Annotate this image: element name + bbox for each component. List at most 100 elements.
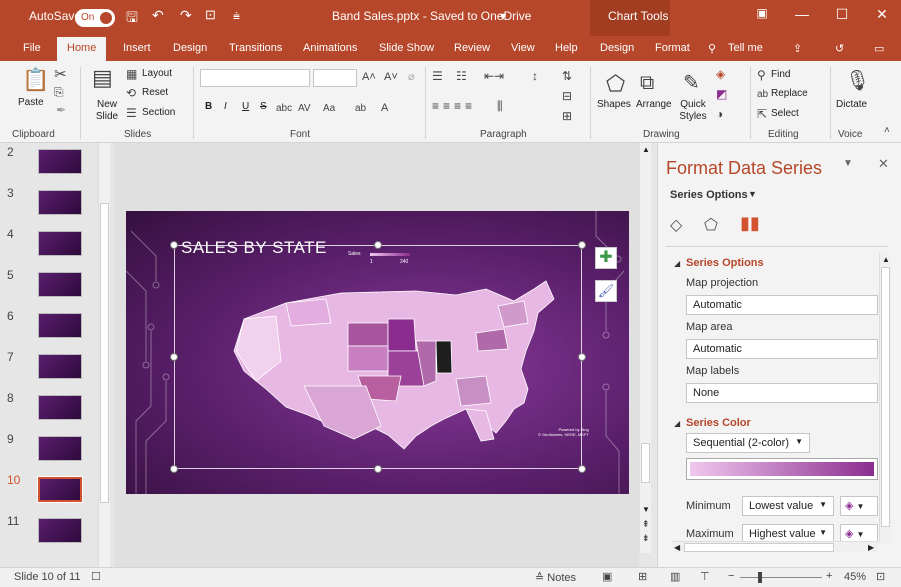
font-color-icon[interactable]: A: [381, 101, 388, 116]
shape-effects-icon[interactable]: ◑: [716, 107, 723, 122]
slideshow-icon[interactable]: ⊤: [700, 570, 710, 583]
arrange-button[interactable]: Arrange: [636, 99, 672, 110]
undo-icon[interactable]: ↶: [152, 7, 164, 24]
section-icon[interactable]: ☰: [126, 106, 137, 121]
layout-icon[interactable]: ▦: [126, 67, 137, 82]
grow-font-icon[interactable]: A˄: [362, 70, 376, 85]
tab-file[interactable]: File: [23, 42, 41, 54]
save-icon[interactable]: 🖫: [126, 7, 138, 31]
microphone-icon[interactable]: 🎙: [845, 71, 870, 91]
color-mode-select[interactable]: Sequential (2-color) ▼: [686, 433, 810, 453]
quick-styles-icon[interactable]: ✎: [683, 73, 700, 93]
line-spacing-icon[interactable]: ↕: [532, 69, 538, 84]
smartart-icon[interactable]: ⊞: [562, 109, 572, 124]
tab-view[interactable]: View: [511, 42, 535, 54]
ribbon-display-icon[interactable]: ▣: [752, 6, 772, 20]
slide-thumbnail[interactable]: [38, 149, 82, 174]
replace-button[interactable]: Replace: [771, 88, 808, 99]
slide-sorter-icon[interactable]: ⊞: [638, 570, 647, 583]
series-options-dropdown[interactable]: Series Options: [670, 189, 748, 201]
share-icon[interactable]: ⇪: [793, 42, 802, 55]
shape-outline-icon[interactable]: ◩: [716, 87, 727, 102]
pane-hscrollbar[interactable]: ◀ ▶: [672, 541, 878, 553]
resize-handle-tl[interactable]: [170, 241, 178, 249]
new-slide-icon[interactable]: ▤: [92, 67, 113, 89]
chart-elements-button[interactable]: ✚: [595, 247, 617, 269]
columns-icon[interactable]: ⫼: [497, 99, 503, 114]
comments-icon[interactable]: ▭: [874, 42, 884, 55]
strikethrough-icon[interactable]: abc: [276, 101, 292, 116]
zoom-slider[interactable]: [740, 577, 822, 578]
history-icon[interactable]: ↺: [835, 42, 844, 55]
present-icon[interactable]: ⊡: [205, 7, 216, 23]
new-slide-button[interactable]: New Slide: [92, 99, 122, 123]
clear-format-icon[interactable]: ⌀: [408, 70, 415, 85]
tab-transitions[interactable]: Transitions: [229, 42, 282, 54]
resize-handle-t[interactable]: [374, 241, 382, 249]
minimum-select[interactable]: Lowest value ▼: [742, 496, 834, 516]
font-size-combo[interactable]: [313, 69, 357, 87]
select-button[interactable]: Select: [771, 108, 799, 119]
resize-handle-bl[interactable]: [170, 465, 178, 473]
char-spacing-icon[interactable]: AV: [298, 101, 311, 116]
map-labels-select[interactable]: None: [686, 383, 878, 403]
map-projection-select[interactable]: Automatic: [686, 295, 878, 315]
pane-scroll-up-icon[interactable]: ▲: [882, 255, 890, 264]
numbering-icon[interactable]: ☷: [456, 69, 467, 84]
tab-help[interactable]: Help: [555, 42, 578, 54]
resize-handle-b[interactable]: [374, 465, 382, 473]
resize-handle-tr[interactable]: [578, 241, 586, 249]
cut-icon[interactable]: ✂: [54, 67, 67, 82]
slide-thumbnail[interactable]: [38, 436, 82, 461]
minimize-icon[interactable]: —: [792, 6, 812, 22]
italic-button[interactable]: I: [224, 101, 227, 112]
section-button[interactable]: Section: [142, 107, 175, 118]
change-case-icon[interactable]: Aa: [323, 101, 335, 116]
prev-slide-icon[interactable]: ⇞: [642, 519, 650, 530]
series-options-dropdown-icon[interactable]: ▼: [748, 189, 757, 199]
pane-close-icon[interactable]: ✕: [878, 156, 889, 172]
align-text-icon[interactable]: ⊟: [562, 89, 572, 104]
tab-chart-format[interactable]: Format: [655, 42, 690, 54]
indent-icons[interactable]: ⇤⇥: [484, 69, 504, 84]
autosave-toggle[interactable]: On: [75, 9, 115, 27]
customize-qat-icon[interactable]: ⩧: [233, 9, 240, 24]
slide-thumbnail[interactable]: [38, 231, 82, 256]
slide-thumbnail[interactable]: [38, 190, 82, 215]
normal-view-icon[interactable]: ▣: [602, 570, 612, 583]
tab-home[interactable]: Home: [57, 37, 107, 61]
series-options-icon[interactable]: ▮▮: [740, 213, 760, 234]
align-icons[interactable]: ≡≡≡≡: [432, 99, 476, 114]
bold-button[interactable]: B: [205, 101, 212, 112]
series-options-header[interactable]: Series Options: [686, 257, 764, 269]
tab-design[interactable]: Design: [173, 42, 207, 54]
tab-slide-show[interactable]: Slide Show: [379, 42, 434, 54]
select-icon[interactable]: ⇱: [757, 107, 767, 122]
effects-icon[interactable]: ⬠: [704, 215, 718, 235]
series-color-header[interactable]: Series Color: [686, 417, 751, 429]
shapes-icon[interactable]: ⬠: [606, 73, 625, 95]
pane-options-icon[interactable]: ▼: [843, 158, 853, 169]
zoom-out-icon[interactable]: −: [728, 570, 734, 582]
maximize-icon[interactable]: ☐: [832, 6, 852, 23]
pane-scroll-right-icon[interactable]: ▶: [868, 543, 874, 552]
chart-styles-button[interactable]: 🖌: [595, 280, 617, 302]
reset-icon[interactable]: ⟲: [126, 86, 136, 101]
close-icon[interactable]: ✕: [872, 6, 892, 23]
tab-chart-design[interactable]: Design: [600, 42, 634, 54]
pane-scroll-left-icon[interactable]: ◀: [674, 543, 680, 552]
dictate-button[interactable]: Dictate: [836, 99, 867, 110]
tab-animations[interactable]: Animations: [303, 42, 357, 54]
pane-scrollbar[interactable]: ▲: [879, 253, 891, 543]
shapes-button[interactable]: Shapes: [597, 99, 631, 110]
slide-scroll-thumb[interactable]: [641, 443, 650, 483]
tab-insert[interactable]: Insert: [123, 42, 151, 54]
zoom-in-icon[interactable]: +: [826, 570, 832, 582]
scroll-up-icon[interactable]: ▲: [642, 145, 650, 154]
slide-thumbnail[interactable]: [37, 476, 83, 503]
arrange-icon[interactable]: ⧉: [640, 73, 654, 93]
resize-handle-r[interactable]: [578, 353, 586, 361]
notes-button[interactable]: ≙ Notes: [535, 571, 576, 584]
chart-selection-frame[interactable]: [174, 245, 582, 469]
search-icon[interactable]: ⚲: [708, 42, 716, 55]
